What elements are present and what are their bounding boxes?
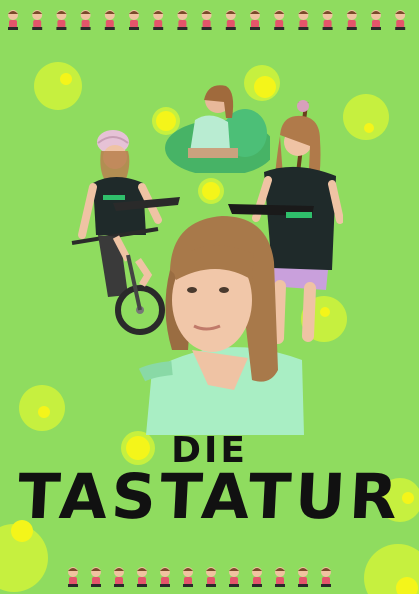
character-sticker xyxy=(252,567,262,587)
poster-title-line-2: TASTATUR xyxy=(16,460,403,533)
character-sticker xyxy=(8,10,18,30)
character-sticker xyxy=(32,10,43,30)
character-sticker xyxy=(104,10,115,30)
character-sticker xyxy=(137,567,147,587)
character-sticker xyxy=(298,567,308,587)
character-sticker xyxy=(91,567,101,587)
photo-girl-portrait xyxy=(138,216,304,435)
character-sticker xyxy=(206,567,216,587)
character-sticker xyxy=(322,10,333,30)
character-sticker xyxy=(250,10,260,30)
sticker-row-bottom xyxy=(68,567,331,587)
character-sticker xyxy=(371,10,381,30)
character-sticker xyxy=(395,10,406,30)
character-sticker xyxy=(274,10,285,30)
character-sticker xyxy=(183,567,193,587)
dot xyxy=(34,62,82,110)
character-sticker xyxy=(201,10,212,30)
character-sticker xyxy=(177,10,188,30)
character-sticker xyxy=(346,10,357,30)
character-sticker xyxy=(68,567,78,587)
character-sticker xyxy=(160,567,170,587)
character-sticker xyxy=(298,10,309,30)
poster: DIE TASTATUR xyxy=(0,0,419,594)
character-sticker xyxy=(321,567,331,587)
dot xyxy=(343,94,389,140)
dot xyxy=(19,385,65,431)
character-sticker xyxy=(129,10,139,30)
character-sticker xyxy=(114,567,124,587)
character-sticker xyxy=(153,10,164,30)
dot xyxy=(198,178,224,204)
character-sticker xyxy=(225,10,236,30)
character-sticker xyxy=(56,10,67,30)
sticker-row-top xyxy=(8,10,406,30)
character-sticker xyxy=(80,10,91,30)
character-sticker xyxy=(275,567,285,587)
character-sticker xyxy=(229,567,239,587)
